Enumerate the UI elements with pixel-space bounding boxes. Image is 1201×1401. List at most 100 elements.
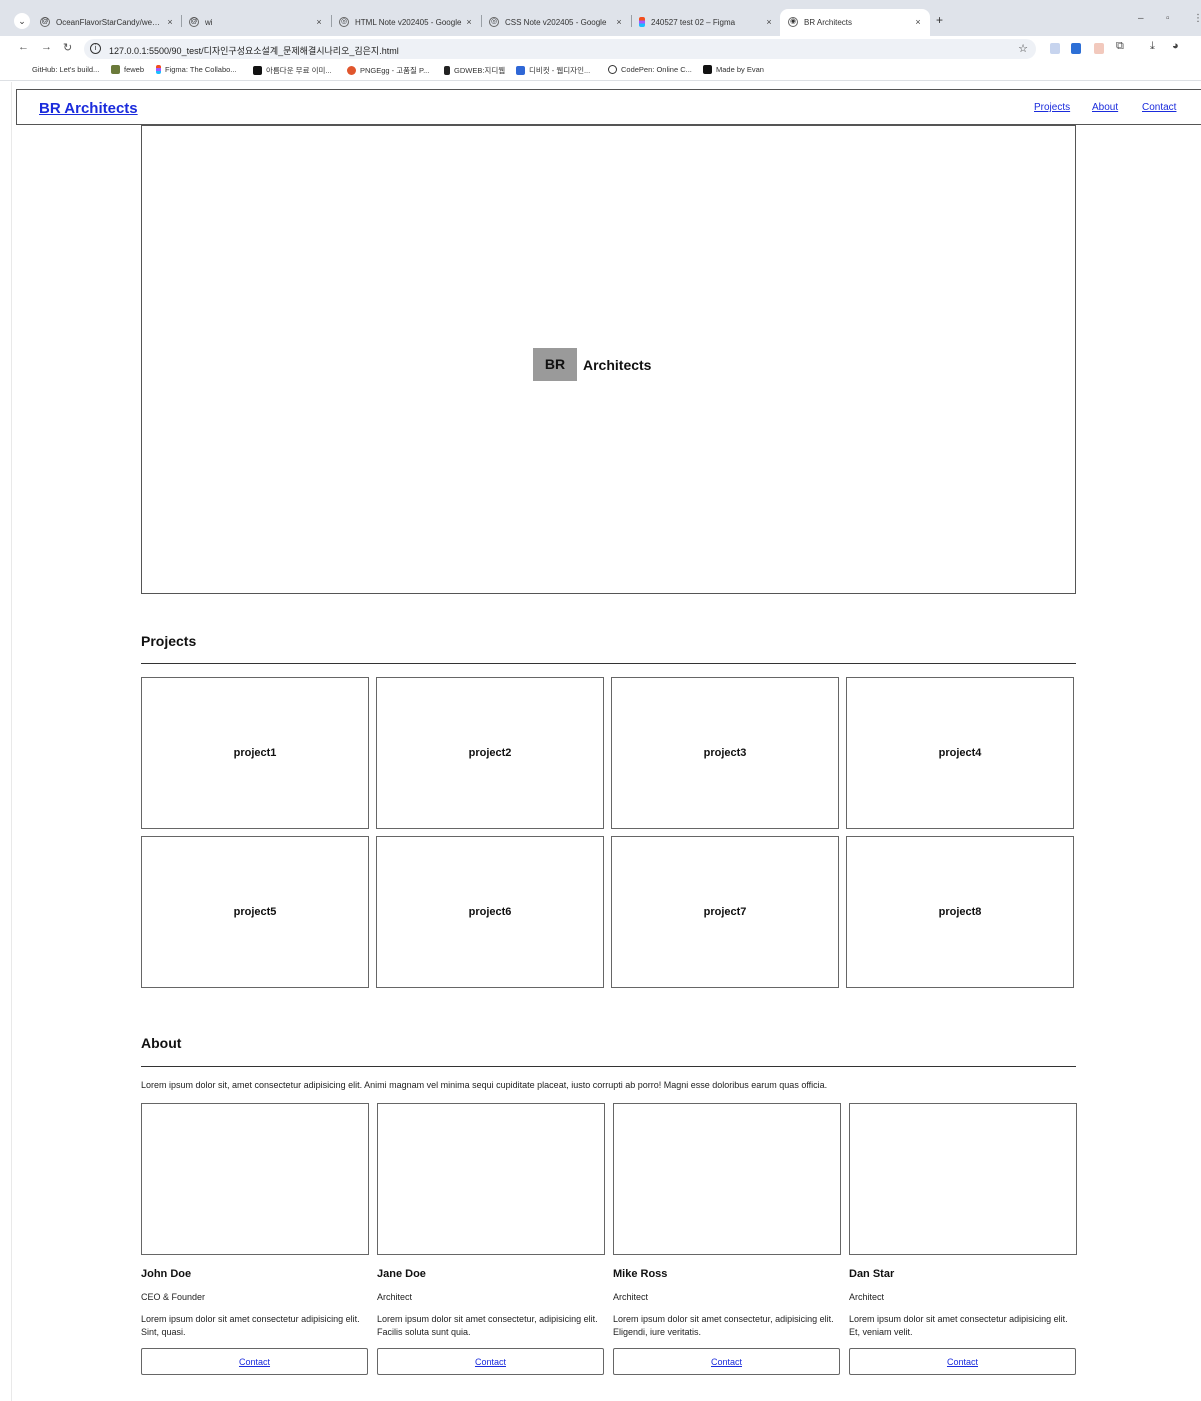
close-tab-icon[interactable]: × xyxy=(313,17,325,27)
profile-avatar-icon[interactable]: ◕ xyxy=(1172,40,1179,52)
download-icon[interactable]: ⤓ xyxy=(1150,40,1155,53)
globe-icon: ◎ xyxy=(489,17,499,27)
globe-icon: @ xyxy=(189,17,199,27)
bookmark-item[interactable]: 아름다운 무료 이미... xyxy=(253,65,332,76)
made-by-evan-icon xyxy=(703,65,712,74)
forward-icon[interactable]: → xyxy=(41,41,52,53)
project-label: project6 xyxy=(468,906,512,918)
new-tab-button[interactable]: + xyxy=(936,13,943,27)
team-member-role: Architect xyxy=(377,1292,413,1302)
unsplash-icon xyxy=(253,66,262,75)
team-member-name: Mike Ross xyxy=(613,1268,668,1280)
project-card[interactable]: project5 xyxy=(141,836,369,988)
about-heading: About xyxy=(141,1035,182,1051)
team-member-role: Architect xyxy=(613,1292,649,1302)
team-member-bio: Lorem ipsum dolor sit amet consectetur, … xyxy=(613,1314,834,1337)
team-member-card: John Doe CEO & Founder Lorem ipsum dolor… xyxy=(141,1103,369,1375)
hero-title: Architects xyxy=(583,357,652,373)
team-photo xyxy=(141,1103,369,1255)
team-photo xyxy=(613,1103,841,1255)
team-member-card: Dan Star Architect Lorem ipsum dolor sit… xyxy=(849,1103,1077,1375)
globe-icon: ◉ xyxy=(788,17,798,27)
section-divider xyxy=(141,1066,1076,1067)
team-photo xyxy=(849,1103,1077,1255)
back-icon[interactable]: ← xyxy=(18,41,29,53)
minimize-icon[interactable]: – xyxy=(1138,13,1144,24)
bookmark-item[interactable]: 디비컷 - 웹디자인... xyxy=(516,65,590,76)
browser-tab[interactable]: ◎ CSS Note v202405 - Google × xyxy=(489,12,625,32)
site-header: BR Architects Projects About Contact xyxy=(16,89,1201,125)
browser-tab[interactable]: @ OceanFlavorStarCandy/web04 × xyxy=(40,12,176,32)
site-info-icon[interactable]: i xyxy=(90,43,101,54)
bookmark-item[interactable]: GDWEB:지디웹 xyxy=(444,65,505,76)
bookmark-item[interactable]: Made by Evan xyxy=(703,65,764,74)
logo-link[interactable]: BR Architects xyxy=(39,100,138,117)
extensions-puzzle-icon[interactable]: ⧉ xyxy=(1116,40,1124,53)
nav-link-contact[interactable]: Contact xyxy=(1142,102,1176,113)
close-tab-icon[interactable]: × xyxy=(613,17,625,27)
project-card[interactable]: project7 xyxy=(611,836,839,988)
bookmark-star-icon[interactable]: ☆ xyxy=(1018,42,1028,55)
browser-tab[interactable]: @ wi × xyxy=(189,12,325,32)
figma-icon xyxy=(156,65,161,74)
address-bar[interactable]: i 127.0.0.1:5500/90_test/디자인구성요소설계_문제해결시… xyxy=(84,39,1036,59)
project-card[interactable]: project4 xyxy=(846,677,1074,829)
contact-button[interactable]: Contact xyxy=(141,1348,368,1375)
team-member-card: Jane Doe Architect Lorem ipsum dolor sit… xyxy=(377,1103,605,1375)
project-card[interactable]: project2 xyxy=(376,677,604,829)
globe-icon: @ xyxy=(40,17,50,27)
restore-icon[interactable]: ▫ xyxy=(1166,13,1170,24)
close-tab-icon[interactable]: × xyxy=(763,17,775,27)
reload-icon[interactable]: ↻ xyxy=(63,41,72,54)
project-label: project2 xyxy=(468,747,512,759)
close-tab-icon[interactable]: × xyxy=(912,17,924,27)
project-card[interactable]: project1 xyxy=(141,677,369,829)
team-member-name: Jane Doe xyxy=(377,1268,426,1280)
bookmark-item[interactable]: feweb xyxy=(111,65,144,74)
nav-link-projects[interactable]: Projects xyxy=(1034,102,1070,113)
browser-tab[interactable]: 240527 test 02 – Figma × xyxy=(639,12,775,32)
extension-icon[interactable] xyxy=(1071,43,1081,54)
contact-button[interactable]: Contact xyxy=(377,1348,604,1375)
bookmark-item[interactable]: GitHub: Let's build... xyxy=(19,65,99,74)
project-label: project1 xyxy=(233,747,277,759)
hero-badge: BR xyxy=(533,348,577,381)
close-tab-icon[interactable]: × xyxy=(463,17,475,27)
section-divider xyxy=(141,663,1076,664)
page-viewport: BR Architects Projects About Contact BR … xyxy=(11,82,1201,1401)
project-label: project8 xyxy=(938,906,982,918)
browser-tab[interactable]: ◎ HTML Note v202405 - Google × xyxy=(339,12,475,32)
bookmark-item[interactable]: Figma: The Collabo... xyxy=(156,65,237,74)
github-icon xyxy=(19,65,28,74)
close-window-icon[interactable]: ⋮ xyxy=(1193,13,1201,24)
team-member-name: John Doe xyxy=(141,1268,192,1280)
folder-icon xyxy=(111,65,120,74)
project-card[interactable]: project8 xyxy=(846,836,1074,988)
about-description: Lorem ipsum dolor sit, amet consectetur … xyxy=(141,1080,828,1090)
project-label: project5 xyxy=(233,906,277,918)
close-tab-icon[interactable]: × xyxy=(164,17,176,27)
extension-icon[interactable] xyxy=(1094,43,1104,54)
project-label: project4 xyxy=(938,747,982,759)
contact-button[interactable]: Contact xyxy=(613,1348,840,1375)
figma-icon xyxy=(639,17,645,27)
team-member-bio: Lorem ipsum dolor sit amet consectetur a… xyxy=(849,1314,1068,1337)
browser-tab-active-label[interactable]: ◉ BR Architects × xyxy=(788,12,924,32)
contact-button[interactable]: Contact xyxy=(849,1348,1076,1375)
hero-banner: BR Architects xyxy=(141,125,1076,594)
bookmarks-bar: GitHub: Let's build... feweb Figma: The … xyxy=(0,61,1201,81)
tab-search-button[interactable]: ⌄ xyxy=(14,13,30,29)
dbcut-icon xyxy=(516,66,525,75)
project-card[interactable]: project3 xyxy=(611,677,839,829)
bookmark-item[interactable]: PNGEgg - 고품질 P... xyxy=(347,65,429,76)
bookmark-item[interactable]: CodePen: Online C... xyxy=(608,65,692,74)
projects-heading: Projects xyxy=(141,633,197,649)
pngegg-icon xyxy=(347,66,356,75)
project-label: project3 xyxy=(703,747,747,759)
team-member-role: Architect xyxy=(849,1292,885,1302)
project-card[interactable]: project6 xyxy=(376,836,604,988)
nav-link-about[interactable]: About xyxy=(1092,102,1118,113)
browser-toolbar: ← → ↻ i 127.0.0.1:5500/90_test/디자인구성요소설계… xyxy=(0,36,1201,61)
globe-icon: ◎ xyxy=(339,17,349,27)
extension-icon[interactable] xyxy=(1050,43,1060,54)
